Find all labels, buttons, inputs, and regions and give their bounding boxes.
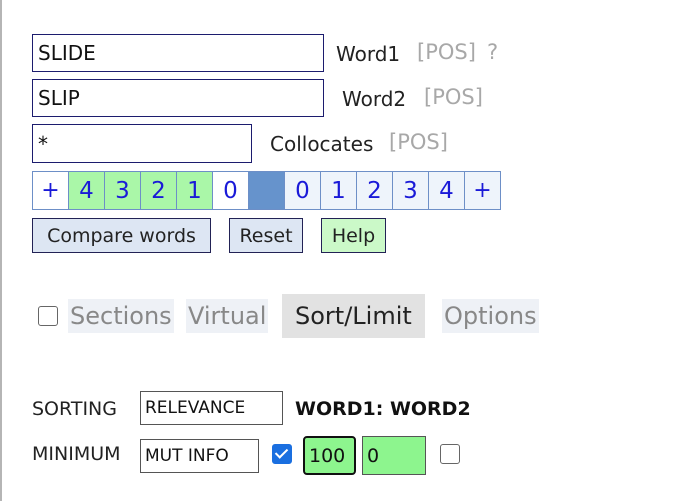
- span-right-0[interactable]: 0: [284, 171, 321, 210]
- span-right-1[interactable]: 1: [320, 171, 357, 210]
- sorting-label: SORTING: [32, 398, 117, 420]
- span-left-plus[interactable]: +: [32, 171, 69, 210]
- collocates-pos-link[interactable]: [POS]: [389, 130, 448, 154]
- tab-sort-limit[interactable]: Sort/Limit: [282, 294, 425, 338]
- span-left-4[interactable]: 4: [68, 171, 105, 210]
- help-question-mark[interactable]: ?: [487, 40, 498, 64]
- span-right-4[interactable]: 4: [428, 171, 465, 210]
- mi-min-input[interactable]: [362, 436, 426, 475]
- minimum-label: MINIMUM: [32, 443, 121, 465]
- span-right-3[interactable]: 3: [392, 171, 429, 210]
- span-left-1[interactable]: 1: [176, 171, 213, 210]
- word1-label: Word1: [336, 42, 401, 66]
- extra-checkbox[interactable]: [440, 444, 460, 464]
- word2-input[interactable]: [32, 79, 324, 117]
- span-right-plus[interactable]: +: [464, 171, 501, 210]
- sorting-select[interactable]: [140, 391, 283, 425]
- tab-sections[interactable]: Sections: [68, 299, 174, 333]
- span-left-2[interactable]: 2: [140, 171, 177, 210]
- span-node: [248, 171, 285, 210]
- left-border: [0, 0, 2, 501]
- collocates-label: Collocates: [270, 132, 374, 156]
- word1-pos-link[interactable]: [POS]: [417, 40, 476, 64]
- collocates-input[interactable]: [32, 124, 252, 163]
- help-button[interactable]: Help: [321, 218, 386, 253]
- tab-virtual[interactable]: Virtual: [186, 299, 269, 333]
- compare-words-button[interactable]: Compare words: [32, 218, 211, 253]
- word2-pos-link[interactable]: [POS]: [424, 85, 483, 109]
- span-left-0[interactable]: 0: [212, 171, 249, 210]
- sections-checkbox[interactable]: [38, 306, 58, 326]
- frequency-min-input[interactable]: [303, 436, 356, 475]
- minimum-select[interactable]: [140, 439, 259, 473]
- minimum-checkbox[interactable]: [272, 444, 292, 464]
- tab-options[interactable]: Options: [442, 299, 539, 333]
- span-selector: + 4 3 2 1 0 0 1 2 3 4 +: [32, 171, 501, 210]
- word2-label: Word2: [342, 87, 407, 111]
- word1-input[interactable]: [32, 34, 324, 72]
- reset-button[interactable]: Reset: [229, 218, 303, 253]
- span-left-3[interactable]: 3: [104, 171, 141, 210]
- span-right-2[interactable]: 2: [356, 171, 393, 210]
- sort-order-label: WORD1: WORD2: [295, 398, 471, 420]
